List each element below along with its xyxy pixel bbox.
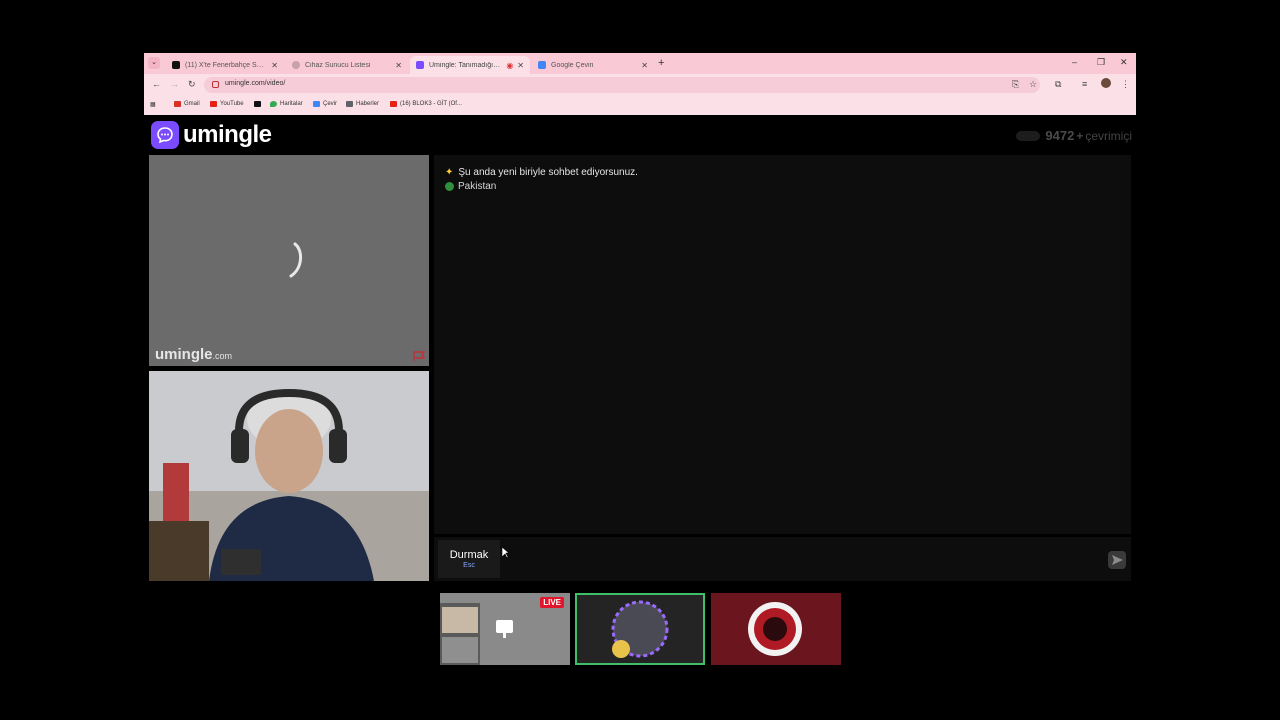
translate-icon	[313, 101, 320, 107]
chat-bubble-icon	[151, 121, 179, 149]
bookmark-news[interactable]: Haberler	[346, 101, 379, 107]
news-icon	[346, 101, 353, 107]
self-video	[149, 371, 429, 581]
umingle-icon	[416, 61, 424, 69]
bookmark-label: Haberler	[356, 101, 380, 107]
menu-icon[interactable]: ⋮	[1121, 79, 1130, 90]
tab-umingle[interactable]: Umingle: Tanımadığınız Kişi... ◉ ✕	[410, 56, 530, 74]
close-icon[interactable]: ✕	[641, 61, 648, 70]
message-input[interactable]	[506, 540, 1096, 578]
live-badge: LIVE	[540, 597, 564, 608]
stop-shortcut: Esc	[463, 562, 475, 569]
youtube-icon	[390, 101, 397, 107]
loading-spinner-icon	[289, 242, 302, 278]
streamer-avatar-thumbnail	[575, 593, 705, 665]
toolbar: ← → ↻ umingle.com/video/ ⎘ ☆ ⧉ ≡ ⋮	[144, 74, 1136, 96]
watermark: umingle.com	[155, 346, 232, 363]
globe-icon	[292, 61, 300, 69]
stop-button[interactable]: Durmak Esc	[438, 540, 500, 578]
close-icon[interactable]: ✕	[271, 61, 278, 70]
stop-label: Durmak	[449, 549, 489, 561]
translate-page-icon[interactable]: ⎘	[1012, 79, 1019, 90]
minimize-icon[interactable]: –	[1072, 57, 1077, 67]
close-icon[interactable]: ✕	[517, 61, 524, 70]
system-message: ✦ Şu anda yeni biriyle sohbet ediyorsunu…	[445, 167, 638, 178]
bookmark-youtube-video[interactable]: (16) BLOK3 - GİT (Of...	[390, 101, 462, 107]
address-bar[interactable]: umingle.com/video/	[204, 77, 1040, 93]
media-controls-icon[interactable]: ≡	[1082, 79, 1087, 89]
browser-window: ⌄ (11) X'te Fenerbahçe SK: "🐦 ... ✕ Ciha…	[144, 53, 1136, 115]
send-button[interactable]	[1108, 551, 1126, 569]
bookmark-star-icon[interactable]: ☆	[1029, 79, 1037, 90]
bookmarks-bar: ▦ Gmail YouTube Haritalar Çevir Haberler…	[144, 96, 1136, 115]
bookmark-label: YouTube	[220, 101, 244, 107]
stream-preview-thumbnail: LIVE	[440, 593, 570, 665]
youtube-icon	[210, 101, 217, 107]
tab-google-translate[interactable]: Google Çeviri ✕	[532, 56, 654, 74]
send-icon	[1112, 555, 1123, 565]
kick-logo-thumbnail	[711, 593, 841, 665]
translate-icon	[538, 61, 546, 69]
online-label: çevrimiçi	[1085, 128, 1132, 143]
close-icon[interactable]: ✕	[395, 61, 402, 70]
tab-search-button[interactable]: ⌄	[148, 57, 160, 69]
bookmark-translate[interactable]: Çevir	[313, 101, 337, 107]
theme-toggle[interactable]	[1016, 130, 1041, 141]
bookmark-label: Çevir	[323, 101, 338, 107]
restore-icon[interactable]: ❐	[1097, 57, 1105, 68]
kick-badge-icon	[711, 593, 841, 665]
bookmark-label: (16) BLOK3 - GİT (Of...	[400, 101, 462, 107]
purple-avatar-icon	[577, 595, 703, 663]
tab-bar: ⌄ (11) X'te Fenerbahçe SK: "🐦 ... ✕ Ciha…	[144, 53, 1136, 74]
online-plus: +	[1076, 128, 1084, 143]
chat-composer: Durmak Esc	[434, 537, 1131, 581]
tab-label: Cihaz Sunucu Listesi	[305, 61, 371, 69]
x-logo-icon	[254, 101, 261, 107]
pakistan-flag-icon	[445, 182, 454, 191]
tab-server-list[interactable]: Cihaz Sunucu Listesi ✕	[286, 56, 408, 74]
country-name: Pakistan	[458, 181, 497, 192]
bookmark-label: Gmail	[184, 101, 200, 107]
watermark-suffix: .com	[212, 351, 233, 361]
stranger-country: Pakistan	[445, 181, 496, 192]
forward-icon[interactable]: →	[170, 79, 179, 89]
logo-text: umingle	[183, 121, 272, 148]
online-counter: 9472 + çevrimiçi	[1016, 128, 1132, 143]
chat-log: ✦ Şu anda yeni biriyle sohbet ediyorsunu…	[434, 155, 1131, 534]
sparkle-icon: ✦	[445, 167, 454, 178]
x-logo-icon	[172, 61, 180, 69]
profile-avatar[interactable]	[1101, 78, 1111, 88]
tab-label: Google Çeviri	[551, 61, 594, 69]
system-message-text: Şu anda yeni biriyle sohbet ediyorsunuz.	[458, 167, 638, 178]
back-icon[interactable]: ←	[152, 79, 161, 89]
tab-label: Umingle: Tanımadığınız Kişi...	[429, 61, 503, 69]
close-window-icon[interactable]: ✕	[1120, 57, 1128, 68]
site-info-icon[interactable]	[212, 81, 219, 88]
tab-twitter[interactable]: (11) X'te Fenerbahçe SK: "🐦 ... ✕	[166, 56, 284, 74]
tab-label: (11) X'te Fenerbahçe SK: "🐦 ...	[185, 62, 267, 69]
bookmark-gmail[interactable]: Gmail	[174, 101, 200, 107]
bookmark-x[interactable]	[254, 101, 264, 107]
new-tab-button[interactable]: +	[658, 57, 664, 69]
bookmark-maps[interactable]: Haritalar	[270, 101, 303, 107]
gmail-icon	[174, 101, 181, 107]
umingle-page: umingle 9472 + çevrimiçi umingle.com ✦ Ş…	[144, 116, 1136, 586]
apps-icon[interactable]: ▦	[150, 101, 156, 108]
webcam-feed-image	[149, 371, 429, 581]
stranger-video: umingle.com	[149, 155, 429, 366]
extensions-icon[interactable]: ⧉	[1055, 79, 1061, 90]
recording-icon: ◉	[506, 60, 514, 70]
site-logo[interactable]: umingle	[151, 121, 272, 149]
reload-icon[interactable]: ↻	[188, 79, 196, 90]
report-flag-icon[interactable]	[413, 351, 426, 361]
bookmark-label: Haritalar	[280, 101, 303, 107]
url-text: umingle.com/video/	[225, 80, 286, 87]
maps-pin-icon	[270, 101, 277, 107]
bookmark-youtube[interactable]: YouTube	[210, 101, 244, 107]
online-count: 9472	[1045, 128, 1075, 143]
watermark-text: umingle	[155, 346, 213, 363]
mouse-cursor-icon	[502, 547, 510, 559]
